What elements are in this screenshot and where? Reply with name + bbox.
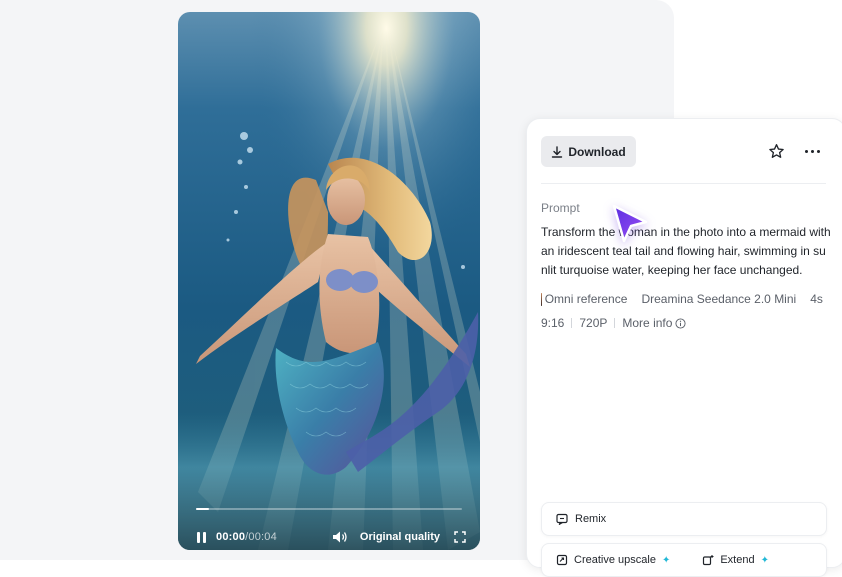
prompt-text: Transform the woman in the photo into a …	[541, 225, 831, 277]
more-icon[interactable]	[803, 143, 821, 160]
meta-length: 4s	[810, 292, 823, 306]
quality-selector[interactable]: Original quality	[360, 531, 440, 543]
pause-icon[interactable]	[194, 530, 208, 544]
more-info-link[interactable]: More info	[622, 311, 686, 335]
progress-bar[interactable]	[196, 508, 462, 510]
meta-ratio: 9:16	[541, 316, 565, 330]
details-panel: Download Prompt Transform the woman in t…	[526, 118, 842, 577]
extend-icon	[703, 555, 714, 566]
download-icon	[552, 145, 563, 158]
meta-reference: Omni reference	[544, 292, 628, 306]
creative-upscale-label: Creative upscale	[574, 554, 656, 566]
volume-icon[interactable]	[332, 530, 348, 544]
meta-resolution: 720P	[579, 316, 608, 330]
action-row: Creative upscale ✦ Extend ✦	[541, 543, 827, 577]
video-player[interactable]: 00:00/00:04 Original quality	[178, 12, 480, 550]
time-display: 00:00/00:04	[216, 531, 277, 543]
extend-button[interactable]: Extend ✦	[702, 554, 769, 566]
sparkle-icon: ✦	[661, 554, 671, 566]
upscale-icon	[556, 554, 568, 566]
creative-upscale-button[interactable]: Creative upscale ✦	[556, 554, 670, 566]
download-label: Download	[568, 144, 626, 159]
progress-fill	[196, 508, 210, 510]
more-info-label: More info	[622, 316, 673, 330]
reference-thumbnail	[541, 292, 542, 306]
duration: 00:04	[248, 531, 277, 543]
meta-model: Dreamina Seedance 2.0 Mini	[641, 292, 797, 306]
video-controls: 00:00/00:04 Original quality	[178, 488, 480, 550]
extend-label: Extend	[720, 554, 755, 566]
prompt-label: Prompt	[541, 201, 580, 215]
download-button[interactable]: Download	[541, 136, 636, 167]
video-frame	[178, 12, 480, 550]
star-icon[interactable]	[768, 143, 785, 160]
cursor-pointer-icon	[612, 204, 648, 243]
remix-label: Remix	[575, 513, 607, 525]
sparkle-icon: ✦	[760, 554, 769, 566]
generation-meta: Omni reference Dreamina Seedance 2.0 Min…	[541, 287, 837, 335]
fullscreen-icon[interactable]	[454, 531, 466, 543]
remix-icon	[556, 513, 568, 525]
info-icon	[675, 317, 686, 329]
divider	[541, 183, 826, 184]
current-time: 00:00	[216, 531, 246, 543]
remix-button[interactable]: Remix	[541, 502, 827, 536]
